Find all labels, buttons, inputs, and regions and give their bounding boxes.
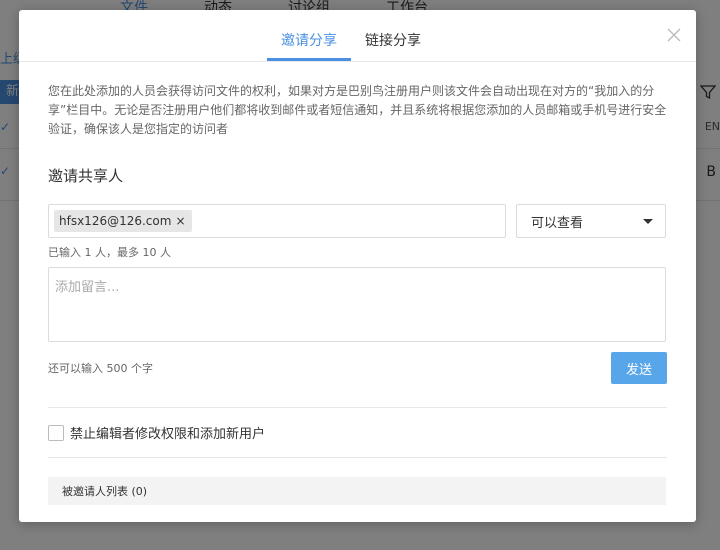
permission-selected-value: 可以查看 [531,215,584,231]
caret-down-icon [643,218,653,224]
tab-link-share[interactable]: 链接分享 [351,10,435,61]
dialog-content: 您在此处添加的人员会获得访问文件的权利，如果对方是巴别鸟注册用户则该文件会自动出… [19,62,696,505]
share-description: 您在此处添加的人员会获得访问文件的权利，如果对方是巴别鸟注册用户则该文件会自动出… [48,84,667,136]
invite-title: 邀请共享人 [48,167,124,185]
restrict-editors-row: 禁止编辑者修改权限和添加新用户 [48,423,667,442]
restrict-editors-checkbox[interactable] [48,424,64,441]
invitee-input[interactable]: hfsx126@126.com × [48,204,506,238]
restrict-editors-label: 禁止编辑者修改权限和添加新用户 [70,427,266,442]
share-tabs: 邀请分享 链接分享 [267,10,435,61]
permission-select[interactable]: 可以查看 [516,204,666,238]
share-dialog: 邀请分享 链接分享 您在此处添加的人员会获得访问文件的权利，如果对方是巴别鸟注册… [19,10,696,522]
remaining-chars-hint: 还可以输入 500 个字 [48,362,153,375]
send-row: 还可以输入 500 个字 发送 [48,352,667,384]
invitee-list-header[interactable]: 被邀请人列表 (0) [48,477,666,505]
close-icon[interactable] [666,27,682,43]
invitee-tag-label: hfsx126@126.com [59,214,172,228]
dialog-header: 邀请分享 链接分享 [19,10,696,62]
invite-row: hfsx126@126.com × 可以查看 [48,204,667,238]
message-input[interactable] [48,267,666,342]
invitee-count-hint: 已输入 1 人，最多 10 人 [48,246,171,259]
divider [48,407,667,408]
remove-tag-icon[interactable]: × [175,214,185,228]
invitee-tag: hfsx126@126.com × [54,210,192,232]
send-button[interactable]: 发送 [611,352,667,384]
divider [48,457,667,458]
tab-invite-share[interactable]: 邀请分享 [267,10,351,61]
